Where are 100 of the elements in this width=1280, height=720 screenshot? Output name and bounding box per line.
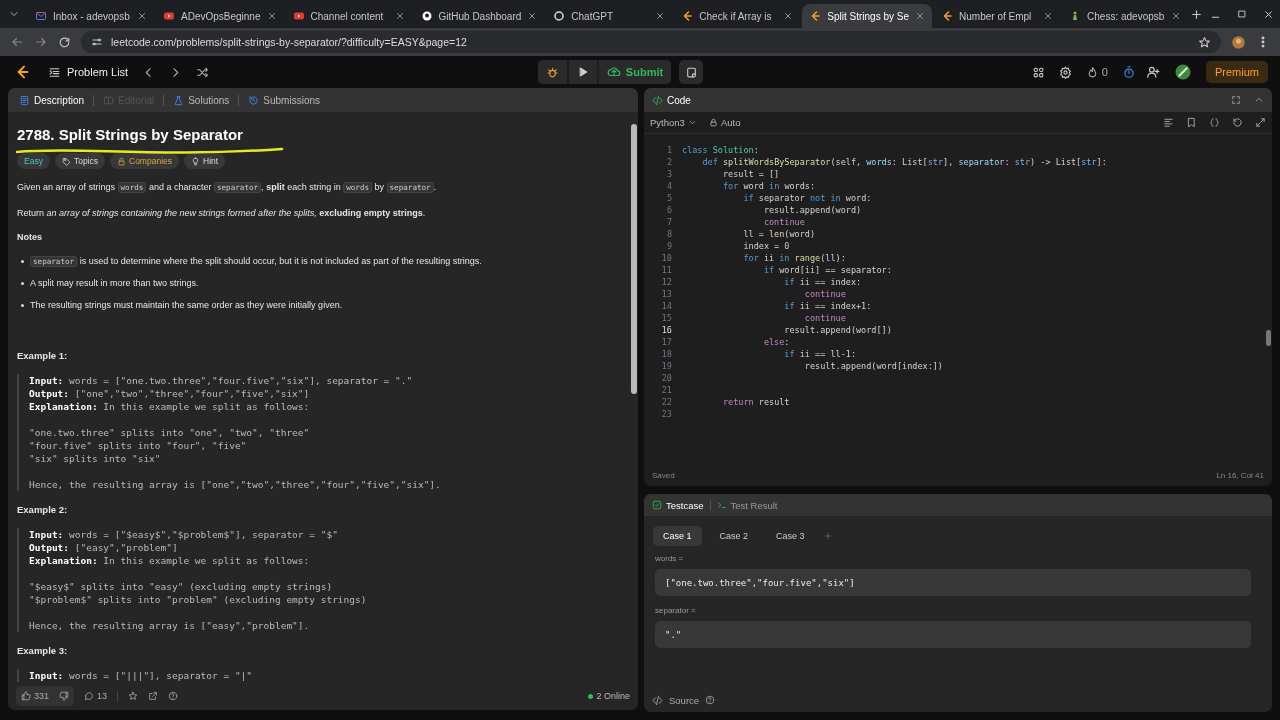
code-line[interactable]: else:: [682, 336, 790, 348]
star-icon[interactable]: [128, 691, 139, 701]
shuffle-icon[interactable]: [196, 65, 210, 79]
code-line[interactable]: def splitWordsBySeparator(self, words: List[str], separator: str) -> List[str]:: [682, 156, 1107, 168]
thumbs-down-icon[interactable]: [59, 691, 70, 701]
code-line[interactable]: continue: [682, 288, 846, 300]
notes-button[interactable]: [679, 60, 704, 84]
layout-icon[interactable]: [1031, 65, 1045, 79]
scrollbar[interactable]: [1266, 330, 1271, 346]
code-line[interactable]: class Solution:: [682, 144, 759, 156]
close-icon[interactable]: [394, 11, 405, 21]
browser-tab[interactable]: ADevOpsBeginne: [156, 4, 284, 28]
example-heading: Example 3:: [17, 645, 69, 656]
collapse-icon[interactable]: [1254, 95, 1264, 105]
help-icon[interactable]: [705, 695, 716, 705]
settings-icon[interactable]: [1058, 65, 1072, 79]
close-icon[interactable]: [1043, 11, 1054, 21]
input-field[interactable]: ".": [655, 621, 1251, 648]
bookmark-star-icon[interactable]: [1198, 35, 1211, 49]
code-line[interactable]: index = 0: [682, 240, 790, 252]
code-line[interactable]: result.append(word[]): [682, 324, 892, 336]
close-icon[interactable]: [527, 11, 538, 21]
comments-button[interactable]: 13: [84, 691, 108, 701]
new-tab-icon[interactable]: [1190, 7, 1204, 21]
close-icon[interactable]: [1263, 8, 1274, 20]
scrollbar[interactable]: [631, 124, 637, 394]
fullscreen-icon[interactable]: [1231, 95, 1241, 105]
browser-tab[interactable]: Split Strings by Se: [802, 4, 933, 28]
problem-list-button[interactable]: Problem List: [48, 65, 129, 79]
browser-tab[interactable]: ChatGPT: [546, 4, 673, 28]
hint-button[interactable]: Hint: [184, 153, 226, 169]
bullet-icon: [21, 304, 24, 307]
timer-icon[interactable]: [1122, 65, 1136, 79]
language-dropdown[interactable]: Python3: [650, 117, 697, 128]
case-tab[interactable]: Case 1: [653, 526, 702, 546]
case-tab[interactable]: Case 3: [766, 526, 815, 546]
premium-button[interactable]: Premium: [1206, 61, 1268, 83]
format-icon[interactable]: [1163, 117, 1174, 128]
close-icon[interactable]: [266, 11, 277, 21]
history-icon: [248, 94, 260, 106]
share-icon[interactable]: [148, 691, 159, 701]
code-line[interactable]: result = []: [682, 168, 780, 180]
extension-icon[interactable]: [1231, 34, 1246, 50]
code-line[interactable]: for word in words:: [682, 180, 816, 192]
difficulty-badge[interactable]: Easy: [17, 153, 50, 169]
case-tab[interactable]: Case 2: [709, 526, 759, 546]
reset-icon[interactable]: [1232, 117, 1243, 128]
code-line[interactable]: if separator not in word:: [682, 192, 872, 204]
browser-tab[interactable]: GitHub Dashboard: [413, 4, 545, 28]
example-line: "six" splits into "six": [29, 452, 162, 465]
code-line[interactable]: result.append(word): [682, 204, 862, 216]
line-number: 19: [660, 360, 672, 372]
flask-icon: [173, 94, 185, 106]
reload-icon[interactable]: [58, 35, 71, 49]
code-line[interactable]: result.append(word[index:]): [682, 360, 943, 372]
submit-button[interactable]: Submit: [598, 60, 672, 84]
panel-tab[interactable]: Test Result: [716, 499, 778, 511]
code-line[interactable]: ll = len(word): [682, 228, 816, 240]
source-button[interactable]: Source: [652, 694, 700, 706]
panel-tab[interactable]: Submissions: [245, 92, 323, 108]
add-user-icon[interactable]: [1146, 65, 1160, 79]
run-button[interactable]: [568, 60, 597, 84]
forward-icon[interactable]: [34, 35, 48, 49]
code-line[interactable]: for ii in range(ll):: [682, 252, 846, 264]
browser-tab[interactable]: Chess: adevopsb: [1062, 4, 1189, 28]
code-line[interactable]: if ii == ll-1:: [682, 348, 856, 360]
ring-icon: [553, 10, 566, 22]
line-number: 22: [660, 396, 672, 408]
companies-button[interactable]: Companies: [110, 153, 179, 169]
panel-tab[interactable]: Solutions: [170, 92, 233, 108]
code-line[interactable]: if word[ii] == separator:: [682, 264, 892, 276]
debug-button[interactable]: [537, 60, 567, 84]
browser-tab[interactable]: Inbox - adevopsb: [28, 4, 154, 28]
back-icon[interactable]: [10, 35, 24, 49]
panel-tab[interactable]: Description: [16, 92, 88, 108]
expand-icon[interactable]: [1255, 117, 1266, 128]
bookmark-icon[interactable]: [1186, 117, 1197, 128]
note-item: A split may result in more than two strings.: [30, 277, 199, 290]
topics-button[interactable]: Topics: [54, 153, 105, 169]
example-line: "$problem$" splits into "problem" (excluding empty strings): [29, 593, 368, 606]
braces-icon[interactable]: [1209, 117, 1220, 128]
browser-tab[interactable]: Channel content: [285, 4, 412, 28]
code-line[interactable]: return result: [682, 396, 790, 408]
streak-counter[interactable]: 0: [1085, 65, 1108, 79]
browser-tab[interactable]: Check if Array is: [674, 4, 801, 28]
code-line[interactable]: continue: [682, 312, 846, 324]
input-field[interactable]: ["one.two.three","four.five","six"]: [655, 569, 1251, 596]
close-icon[interactable]: [137, 11, 147, 21]
code-line[interactable]: continue: [682, 216, 805, 228]
code-line[interactable]: if ii == index+1:: [682, 300, 872, 312]
close-icon[interactable]: [783, 11, 794, 21]
address-bar[interactable]: leetcode.com/problems/split-strings-by-separator/?difficulty=EASY&page=12: [81, 31, 1221, 53]
help-icon[interactable]: [168, 691, 179, 701]
panel-tab[interactable]: Testcase: [652, 499, 704, 511]
browser-tab[interactable]: Number of Empl: [934, 4, 1061, 28]
maximize-icon[interactable]: [1237, 9, 1247, 19]
avatar-icon[interactable]: [1174, 63, 1192, 81]
close-icon[interactable]: [655, 11, 666, 21]
close-icon[interactable]: [1171, 11, 1182, 21]
code-line[interactable]: if ii == index:: [682, 276, 862, 288]
